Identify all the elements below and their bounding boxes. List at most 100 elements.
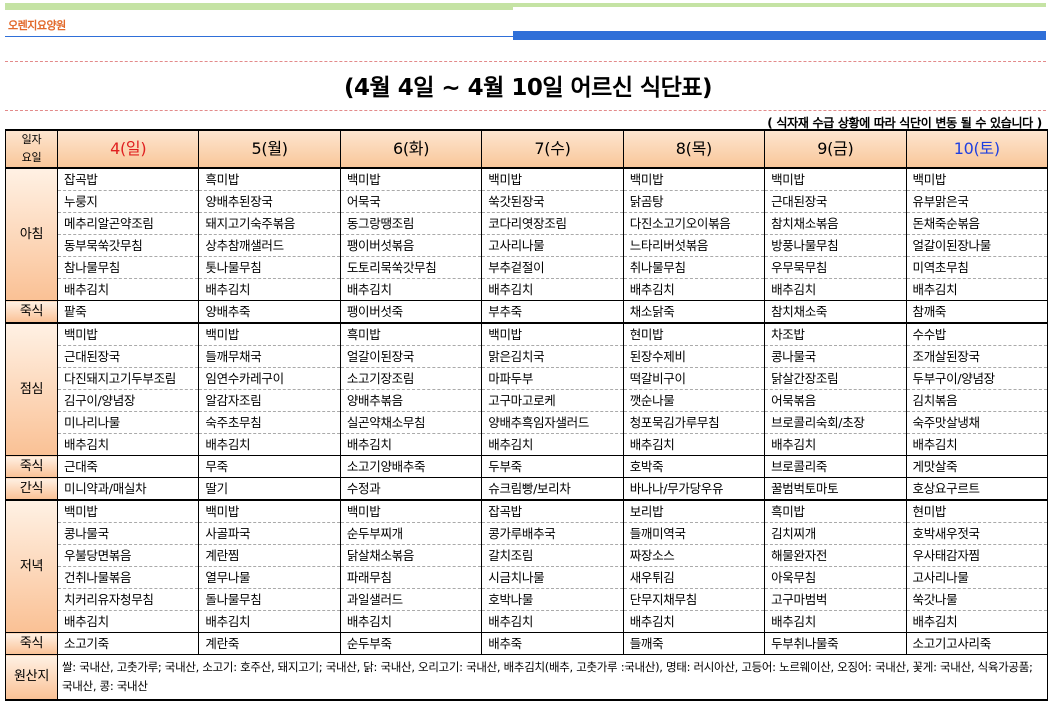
menu-cell: 닭곰탕 bbox=[622, 190, 766, 213]
menu-cell: 근대된장국 bbox=[764, 190, 907, 213]
porridge-cell: 양배추죽 bbox=[198, 300, 341, 323]
porridge-cell: 참치채소죽 bbox=[764, 300, 907, 323]
menu-cell: 백미밥 bbox=[339, 167, 483, 191]
menu-cell: 건취나물볶음 bbox=[56, 566, 200, 589]
day-header-4: 8(목) bbox=[622, 129, 766, 169]
dinner-row: 배추김치 배추김치 배추김치 배추김치 배추김치 배추김치 배추김치 bbox=[6, 610, 1049, 633]
menu-cell: 두부구이/양념장 bbox=[905, 367, 1049, 390]
menu-cell: 콩나물국 bbox=[56, 522, 200, 545]
menu-cell: 마파두부 bbox=[481, 367, 624, 390]
porridge-cell: 소고기양배추죽 bbox=[339, 455, 483, 478]
breakfast-porridge-row: 죽식 팥죽 양배추죽 팽이버섯죽 부추죽 채소닭죽 참치채소죽 참깨죽 bbox=[5, 300, 1049, 323]
menu-cell: 아욱무침 bbox=[764, 566, 907, 589]
breakfast-row: 아침 잡곡밥 흑미밥 백미밥 백미밥 백미밥 백미밥 백미밥 bbox=[5, 167, 1049, 301]
menu-cell: 우사태감자찜 bbox=[905, 544, 1049, 567]
menu-cell: 어묵볶음 bbox=[764, 389, 907, 412]
menu-cell: 백미밥 bbox=[198, 499, 341, 523]
menu-cell: 유부맑은국 bbox=[905, 190, 1049, 213]
menu-cell: 과일샐러드 bbox=[339, 588, 483, 611]
porridge-cell: 채소닭죽 bbox=[622, 300, 766, 323]
menu-cell: 차조밥 bbox=[764, 322, 907, 346]
menu-cell: 숙주초무침 bbox=[198, 411, 341, 434]
menu-cell: 호박새우젓국 bbox=[905, 522, 1049, 545]
menu-cell: 백미밥 bbox=[339, 499, 483, 523]
menu-cell: 고구마범벅 bbox=[764, 588, 907, 611]
menu-cell: 누룽지 bbox=[56, 190, 200, 213]
porridge-label: 죽식 bbox=[5, 455, 58, 478]
menu-cell: 갈치조림 bbox=[481, 544, 624, 567]
menu-cell: 알감자조림 bbox=[198, 389, 341, 412]
snack-cell: 호상요구르트 bbox=[905, 477, 1049, 500]
menu-body: 아침 잡곡밥 흑미밥 백미밥 백미밥 백미밥 백미밥 백미밥 누룽지 양배추된장국 어묵국 쑥갓된장국… bbox=[5, 167, 1049, 701]
menu-cell: 소고기장조림 bbox=[339, 367, 483, 390]
menu-cell: 깻순나물 bbox=[622, 389, 766, 412]
snack-label: 간식 bbox=[5, 477, 58, 500]
day-header-0: 4(일) bbox=[56, 129, 200, 169]
day-header-3: 7(수) bbox=[481, 129, 624, 169]
menu-cell: 시금치나물 bbox=[481, 566, 624, 589]
menu-cell: 콩나물국 bbox=[764, 345, 907, 368]
menu-cell: 보리밥 bbox=[622, 499, 766, 523]
menu-cell: 실곤약채소무침 bbox=[339, 411, 483, 434]
menu-cell: 임연수카레구이 bbox=[198, 367, 341, 390]
menu-cell: 근대된장국 bbox=[56, 345, 200, 368]
menu-cell: 콩가루배추국 bbox=[481, 522, 624, 545]
menu-cell: 백미밥 bbox=[56, 499, 200, 523]
menu-cell: 백미밥 bbox=[56, 322, 200, 346]
day-header-row: 일자 요일 4(일) 5(월) 6(화) 7(수) 8(목) 9(금) 10(토… bbox=[5, 129, 1049, 169]
porridge-cell: 브로콜리죽 bbox=[764, 455, 907, 478]
menu-cell: 브로콜리숙회/초장 bbox=[764, 411, 907, 434]
dinner-row: 저녁 백미밥 백미밥 백미밥 잡곡밥 보리밥 흑미밥 현미밥 bbox=[5, 499, 1049, 633]
menu-cell: 배추김치 bbox=[481, 433, 624, 456]
menu-cell: 파래무침 bbox=[339, 566, 483, 589]
menu-cell: 취나물무침 bbox=[622, 256, 766, 279]
menu-cell: 떡갈비구이 bbox=[622, 367, 766, 390]
menu-cell: 돼지고기숙주볶음 bbox=[198, 212, 341, 235]
snack-cell: 슈크림빵/보리차 bbox=[481, 477, 624, 500]
breakfast-row: 메추리알곤약조림 돼지고기숙주볶음 동그랑땡조림 코다리엿장조림 다진소고기오이볶음 참치… bbox=[6, 212, 1049, 235]
menu-cell: 배추김치 bbox=[198, 278, 341, 301]
menu-cell: 양배추된장국 bbox=[198, 190, 341, 213]
menu-cell: 단무지채무침 bbox=[622, 588, 766, 611]
porridge-cell: 팽이버섯죽 bbox=[339, 300, 483, 323]
top-green-bar bbox=[5, 3, 513, 10]
menu-cell: 백미밥 bbox=[622, 167, 766, 191]
lunch-label: 점심 bbox=[5, 322, 58, 456]
menu-cell: 김치찌개 bbox=[764, 522, 907, 545]
menu-cell: 동부묵쑥갓무침 bbox=[56, 234, 200, 257]
lunch-row: 김구이/양념장 알감자조림 양배추볶음 고구마고로케 깻순나물 어묵볶음 김치볶음 bbox=[6, 389, 1049, 412]
porridge-cell: 무죽 bbox=[198, 455, 341, 478]
menu-cell: 해물완자전 bbox=[764, 544, 907, 567]
menu-cell: 부추겉절이 bbox=[481, 256, 624, 279]
menu-cell: 백미밥 bbox=[198, 322, 341, 346]
menu-cell: 배추김치 bbox=[339, 433, 483, 456]
snack-cell: 꿀범벅토마토 bbox=[764, 477, 907, 500]
menu-cell: 미역초무침 bbox=[905, 256, 1049, 279]
menu-cell: 배추김치 bbox=[481, 610, 624, 633]
menu-cell: 된장수제비 bbox=[622, 345, 766, 368]
porridge-cell: 들깨죽 bbox=[622, 632, 766, 655]
menu-cell: 배추김치 bbox=[905, 433, 1049, 456]
breakfast-row: 누룽지 양배추된장국 어묵국 쑥갓된장국 닭곰탕 근대된장국 유부맑은국 bbox=[6, 190, 1049, 213]
origin-row: 원산지 쌀: 국내산, 고춧가루; 국내산, 소고기: 호주산, 돼지고기; 국내… bbox=[5, 654, 1048, 701]
menu-cell: 배추김치 bbox=[622, 433, 766, 456]
menu-cell: 고구마고로케 bbox=[481, 389, 624, 412]
dinner-row: 콩나물국 사골파국 순두부찌개 콩가루배추국 들깨미역국 김치찌개 호박새우젓국 bbox=[6, 522, 1049, 545]
porridge-cell: 소고기죽 bbox=[56, 632, 200, 655]
menu-cell: 양배추흑임자샐러드 bbox=[481, 411, 624, 434]
dinner-row: 건취나물볶음 열무나물 파래무침 시금치나물 새우튀김 아욱무침 고사리나물 bbox=[6, 566, 1049, 589]
menu-cell: 백미밥 bbox=[481, 322, 624, 346]
menu-cell: 돈채죽순볶음 bbox=[905, 212, 1049, 235]
menu-cell: 배추김치 bbox=[56, 433, 200, 456]
menu-cell: 팽이버섯볶음 bbox=[339, 234, 483, 257]
lunch-row: 점심 백미밥 백미밥 흑미밥 백미밥 현미밥 차조밥 수수밥 bbox=[5, 322, 1049, 456]
menu-cell: 어묵국 bbox=[339, 190, 483, 213]
lunch-row: 미나리나물 숙주초무침 실곤약채소무침 양배추흑임자샐러드 청포묵김가루무침 브로콜리숙회… bbox=[6, 411, 1049, 434]
menu-cell: 잡곡밥 bbox=[56, 167, 200, 191]
day-header-5: 9(금) bbox=[764, 129, 907, 169]
day-header-6: 10(토) bbox=[905, 129, 1049, 169]
menu-cell: 조개살된장국 bbox=[905, 345, 1049, 368]
menu-cell: 참치채소볶음 bbox=[764, 212, 907, 235]
porridge-label: 죽식 bbox=[5, 632, 58, 655]
logo: 오렌지요양원 bbox=[8, 19, 66, 32]
